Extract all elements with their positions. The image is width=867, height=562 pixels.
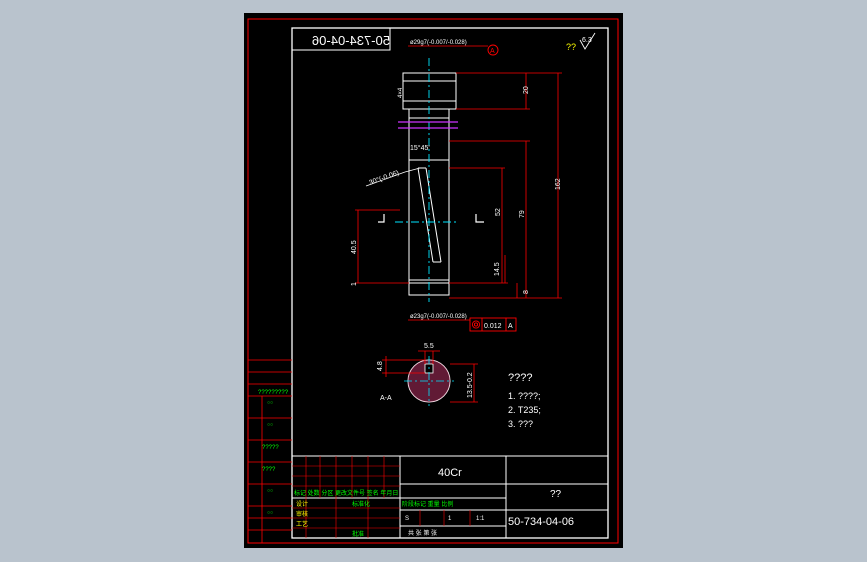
roughness-value: 6.3 [582, 37, 592, 44]
sheets: 共 张 第 张 [408, 529, 437, 537]
side-table-label-3: ???? [262, 467, 276, 473]
row-process: 工艺 [296, 520, 308, 528]
svg-text:1: 1 [351, 282, 358, 286]
svg-text:162: 162 [555, 178, 562, 190]
row-standard: 标准化 [352, 500, 370, 508]
svg-text:○○: ○○ [267, 422, 273, 428]
row-stage: 阶段标记 重量 比例 [402, 500, 453, 508]
dim-13-5: 13.5-0.2 [467, 372, 474, 398]
svg-text:20: 20 [523, 86, 530, 94]
drawing-code-top: 50-734-04-06 [312, 33, 390, 48]
svg-text:52: 52 [495, 208, 502, 216]
svg-text:○○: ○○ [267, 400, 273, 406]
title-header-row: 标记 处数 分区 更改文件号 签名 年月日 [294, 489, 398, 497]
part-name: ?? [550, 489, 562, 500]
note-2: 2. T235; [508, 405, 541, 415]
scale: 1:1 [476, 516, 485, 522]
datum-label: A [490, 48, 495, 55]
tolerance-value: 0.012 [484, 323, 502, 330]
svg-text:15°45': 15°45' [410, 144, 430, 152]
row-design: 设计 [296, 500, 308, 508]
svg-text:14.5: 14.5 [494, 262, 501, 276]
dim-bottom-fit: ø23g7(-0.007/-0.028) [410, 314, 467, 320]
row-approve: 批准 [352, 530, 364, 538]
material-label: 40Cr [438, 467, 462, 479]
dim-top-fit: ø29g7(-0.007/-0.028) [410, 40, 467, 46]
dim-5-5: 5.5 [424, 343, 434, 350]
cad-drawing-viewport: ????????? ????? ???? ○○ ○○ ○○ ○○ 50-734-04… [244, 13, 623, 548]
svg-text:8: 8 [523, 290, 530, 294]
svg-text:79: 79 [519, 210, 526, 218]
side-table-label-2: ????? [262, 445, 279, 451]
svg-text:○○: ○○ [267, 488, 273, 494]
stage-s: S [405, 516, 409, 522]
note-3: 3. ??? [508, 419, 533, 429]
dim-side-label: 4×4 [398, 87, 404, 98]
row-review: 审核 [296, 510, 308, 518]
notes-title: ???? [508, 372, 532, 384]
svg-text:40.5: 40.5 [351, 240, 358, 254]
tolerance-datum: A [508, 323, 513, 330]
svg-text:○○: ○○ [267, 510, 273, 516]
note-1: 1. ????; [508, 391, 541, 401]
side-table-label-1: ????????? [258, 390, 289, 396]
dim-4-8: 4.8 [377, 361, 384, 371]
roughness-label: ?? [566, 42, 576, 52]
section-label: A-A [380, 395, 392, 402]
drawing-code-bottom: 50-734-04-06 [508, 516, 574, 528]
